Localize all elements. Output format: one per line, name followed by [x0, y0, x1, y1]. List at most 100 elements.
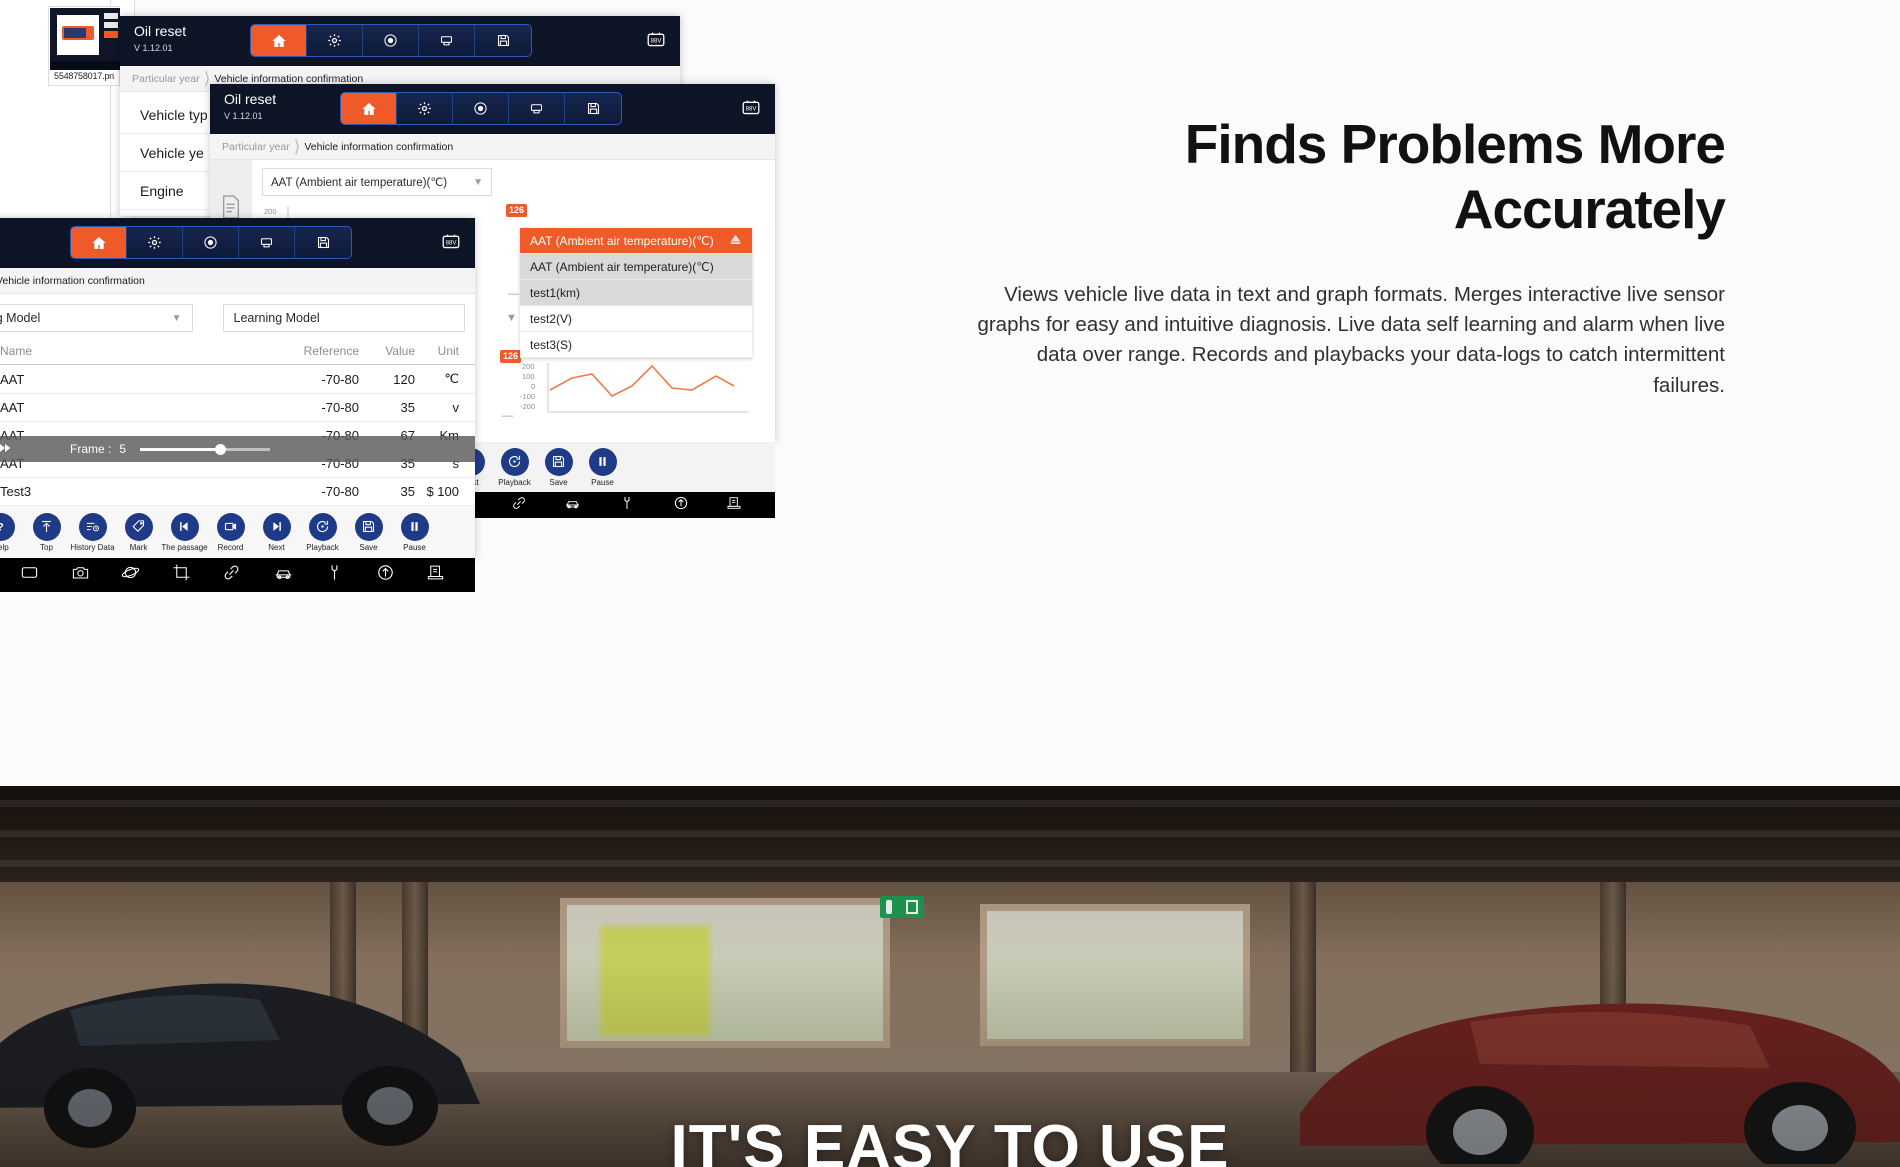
document-icon[interactable]: [426, 563, 445, 587]
cell-reference: -70-80: [259, 364, 359, 394]
dropdown-option-selected[interactable]: AAT (Ambient air temperature)(℃): [520, 228, 752, 254]
svg-text:88V: 88V: [746, 107, 757, 113]
frame-label: Frame :: [70, 442, 112, 456]
breadcrumb-item-2[interactable]: Vehicle information confirmation: [0, 275, 145, 287]
save-icon[interactable]: [295, 227, 351, 258]
home-icon[interactable]: [71, 227, 127, 258]
home-icon[interactable]: [341, 93, 397, 124]
car-icon[interactable]: [273, 563, 294, 587]
window-icon[interactable]: [20, 563, 39, 587]
window3-system-bar[interactable]: [0, 558, 475, 592]
table-row[interactable]: 01 AAT -70-80 120 ℃: [0, 364, 475, 394]
window2-title: Oil reset: [224, 91, 277, 107]
window1-header: Oil reset V 1.12.01 88V: [120, 16, 680, 66]
dropdown-option[interactable]: test1(km): [520, 280, 752, 306]
next-button[interactable]: Next: [262, 512, 292, 552]
playback-button[interactable]: Playback: [498, 447, 531, 487]
breadcrumb-item-1[interactable]: Particular year: [132, 73, 200, 85]
frame-playback-bar[interactable]: Frame : 5: [0, 436, 475, 462]
garage-background-image: [0, 786, 1900, 1167]
dropdown-option[interactable]: AAT (Ambient air temperature)(℃): [520, 254, 752, 280]
chevron-down-icon[interactable]: ▼: [506, 312, 517, 324]
learning-model-select-right[interactable]: Learning Model: [222, 304, 465, 332]
link-icon[interactable]: [511, 495, 527, 516]
window3-nav-pill[interactable]: [70, 226, 352, 259]
cell-unit: v: [415, 393, 475, 422]
file-thumbnail[interactable]: 5548758017.pn: [48, 6, 120, 86]
printer-icon[interactable]: [419, 25, 475, 56]
table-row[interactable]: 02 AAT -70-80 35 v: [0, 393, 475, 422]
svg-text:200: 200: [264, 207, 277, 216]
crop-icon[interactable]: [172, 563, 191, 587]
learning-model-select-left[interactable]: earning Model ▼: [0, 304, 193, 332]
save-icon: [544, 447, 573, 476]
cell-value: 35: [359, 393, 415, 422]
cell-value: 35: [359, 477, 415, 506]
wrench-icon[interactable]: [325, 563, 344, 587]
frame-slider-knob[interactable]: [215, 443, 227, 455]
tablet-window-front[interactable]: Oil reset V 1.12.01: [0, 218, 475, 592]
document-icon[interactable]: [726, 495, 742, 516]
record-button[interactable]: Record: [216, 512, 246, 552]
breadcrumb-item-2[interactable]: Vehicle information confirmation: [304, 141, 453, 153]
select-right-value: Learning Model: [233, 311, 320, 325]
save-button[interactable]: Save: [544, 447, 574, 487]
record-dot-icon[interactable]: [183, 227, 239, 258]
fast-forward-icon[interactable]: [0, 441, 12, 458]
gear-icon[interactable]: [307, 25, 363, 56]
headline-line-1: Finds Problems More: [1184, 113, 1726, 175]
column-header-value: Value: [359, 340, 415, 365]
car-icon[interactable]: [564, 495, 581, 516]
help-button[interactable]: ? Help: [0, 512, 16, 552]
dropdown-option[interactable]: test3(S): [520, 332, 752, 358]
up-arrow-icon[interactable]: [673, 495, 689, 516]
pause-button[interactable]: Pause: [400, 512, 430, 552]
channel-dropdown[interactable]: AAT (Ambient air temperature)(℃) AAT (Am…: [520, 228, 752, 358]
save-button[interactable]: Save: [354, 512, 384, 552]
gear-icon[interactable]: [127, 227, 183, 258]
pause-icon: [400, 512, 429, 541]
window1-nav-pill[interactable]: [250, 24, 532, 57]
record-dot-icon[interactable]: [363, 25, 419, 56]
window2-nav-pill[interactable]: [340, 92, 622, 125]
table-row[interactable]: 05 Test3 -70-80 35 $ 100: [0, 477, 475, 506]
decrease-icon[interactable]: —: [508, 288, 519, 300]
dropdown-option[interactable]: test2(V): [520, 306, 752, 332]
pause-button[interactable]: Pause: [588, 447, 618, 487]
record-dot-icon[interactable]: [453, 93, 509, 124]
printer-icon[interactable]: [239, 227, 295, 258]
playback-button[interactable]: Playback: [306, 512, 339, 552]
link-icon[interactable]: [222, 563, 241, 587]
camera-icon[interactable]: [71, 563, 90, 587]
save-icon[interactable]: [565, 93, 621, 124]
wrench-icon[interactable]: [619, 495, 635, 516]
save-label: Save: [549, 477, 568, 487]
decrease-icon[interactable]: —: [502, 410, 513, 422]
window3-toolbar[interactable]: ? Help Top History Data Mark: [0, 506, 475, 558]
channel-select-value: AAT (Ambient air temperature)(℃): [271, 177, 448, 189]
printer-icon[interactable]: [509, 93, 565, 124]
channel-select[interactable]: AAT (Ambient air temperature)(℃) ▼: [262, 168, 492, 196]
cell-value: 120: [359, 364, 415, 394]
breadcrumb-item-1[interactable]: Particular year: [222, 141, 290, 153]
window3-select-row: earning Model ▼ Learning Model: [0, 294, 475, 340]
window2-breadcrumb[interactable]: Particular year ⟩ Vehicle information co…: [210, 134, 775, 160]
playback-icon: [500, 447, 529, 476]
cell-name: Test3: [0, 477, 259, 506]
column-header-name: Name: [0, 340, 259, 365]
history-data-button[interactable]: History Data: [71, 512, 115, 552]
the-passage-button[interactable]: The passage: [161, 512, 208, 552]
gear-icon[interactable]: [397, 93, 453, 124]
svg-text:-100: -100: [520, 392, 535, 401]
help-icon: ?: [0, 512, 15, 541]
breadcrumb-item-2[interactable]: Vehicle information confirmation: [214, 73, 363, 85]
window3-breadcrumb[interactable]: ⟩ Vehicle information confirmation: [0, 268, 475, 294]
window1-version: V 1.12.01: [134, 43, 173, 53]
up-arrow-icon[interactable]: [376, 563, 395, 587]
frame-slider[interactable]: [140, 443, 271, 455]
mark-button[interactable]: Mark: [124, 512, 154, 552]
home-icon[interactable]: [251, 25, 307, 56]
top-button[interactable]: Top: [32, 512, 62, 552]
planet-icon[interactable]: [121, 563, 140, 587]
save-icon[interactable]: [475, 25, 531, 56]
